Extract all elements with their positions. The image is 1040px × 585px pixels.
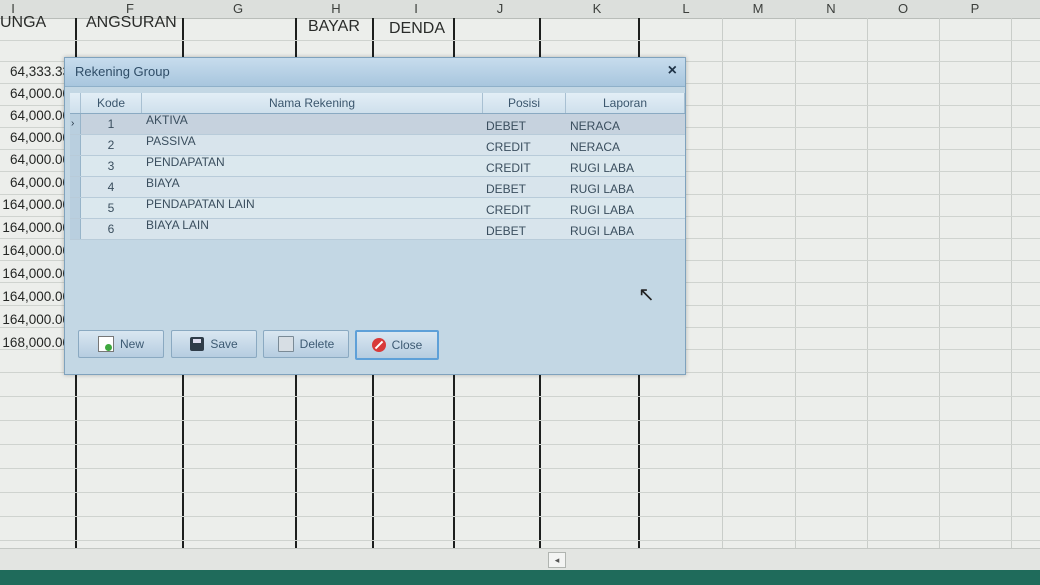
rekening-grid: Kode Nama Rekening Posisi Laporan › 1 AK… [70,93,685,293]
cell-laporan[interactable]: RUGI LABA [570,158,680,178]
delete-button-label: Delete [299,337,335,351]
row-border [0,40,1040,41]
trash-icon [277,336,294,352]
value-cell[interactable]: 64,000.00 [0,152,72,167]
cell-kode[interactable]: 3 [81,156,141,176]
row-border [0,420,1040,421]
cell-posisi[interactable]: DEBET [486,116,566,136]
new-document-icon [97,336,114,352]
row-selector[interactable] [70,198,81,218]
taskbar [0,570,1040,585]
cell-laporan[interactable]: RUGI LABA [570,200,680,220]
column-letter[interactable]: I [396,1,436,16]
value-cell[interactable]: 64,333.33 [0,64,72,79]
column-header-kode[interactable]: Kode [81,93,142,113]
row-border [0,468,1040,469]
close-button-label: Close [391,338,423,352]
column-letter[interactable]: O [883,1,923,16]
row-border [0,540,1040,541]
cell-nama[interactable]: PASSIVA [146,131,476,151]
column-letter[interactable]: K [577,1,617,16]
delete-button[interactable]: Delete [263,330,349,358]
header-cell-bayar[interactable]: BAYAR [308,18,360,36]
cell-laporan[interactable]: RUGI LABA [570,179,680,199]
value-cell[interactable]: 164,000.00 [0,197,72,212]
dialog-title: Rekening Group [75,64,170,79]
row-selector[interactable]: › [70,114,81,134]
cell-kode[interactable]: 2 [81,135,141,155]
scroll-left-button[interactable]: ◂ [548,552,566,568]
cell-kode[interactable]: 6 [81,219,141,239]
row-selector-header [70,93,81,113]
row-border [0,516,1040,517]
cell-laporan[interactable]: NERACA [570,116,680,136]
row-selector[interactable] [70,135,81,155]
cell-posisi[interactable]: CREDIT [486,137,566,157]
cell-laporan[interactable]: RUGI LABA [570,221,680,241]
value-cell[interactable]: 64,000.00 [0,108,72,123]
status-bar [0,548,1040,571]
dialog-titlebar[interactable]: Rekening Group × [65,58,685,87]
cell-posisi[interactable]: DEBET [486,179,566,199]
row-selector[interactable] [70,219,81,239]
save-button-label: Save [210,337,238,351]
cell-kode[interactable]: 5 [81,198,141,218]
column-letter[interactable]: G [218,1,258,16]
cell-nama[interactable]: AKTIVA [146,110,476,130]
row-border [0,444,1040,445]
close-button[interactable]: Close [355,330,439,360]
value-cell[interactable]: 64,000.00 [0,130,72,145]
save-button[interactable]: Save [171,330,257,358]
table-row[interactable]: 6 BIAYA LAIN DEBET RUGI LABA [70,218,685,241]
cell-nama[interactable]: BIAYA [146,173,476,193]
column-letter[interactable]: N [811,1,851,16]
column-letter[interactable]: M [738,1,778,16]
stop-icon [371,338,386,352]
row-selector[interactable] [70,156,81,176]
column-letter[interactable]: L [666,1,706,16]
cell-posisi[interactable]: CREDIT [486,200,566,220]
mouse-pointer-icon: ↖ [638,284,655,306]
cell-posisi[interactable]: CREDIT [486,158,566,178]
cell-posisi[interactable]: DEBET [486,221,566,241]
value-cell[interactable]: 164,000.00 [0,312,72,327]
value-cell[interactable]: 164,000.00 [0,220,72,235]
column-letter[interactable]: P [955,1,995,16]
column-header-laporan[interactable]: Laporan [566,93,685,113]
row-border [0,396,1040,397]
value-cell[interactable]: 64,000.00 [0,175,72,190]
header-cell-denda[interactable]: DENDA [389,20,445,38]
value-cell[interactable]: 168,000.00 [0,335,72,350]
cell-nama[interactable]: PENDAPATAN LAIN [146,194,476,214]
current-row-icon: › [71,118,75,129]
cell-nama[interactable]: PENDAPATAN [146,152,476,172]
row-border [0,492,1040,493]
value-cell[interactable]: 64,000.00 [0,86,72,101]
rekening-group-dialog: Rekening Group × Kode Nama Rekening Posi… [64,57,686,375]
close-icon[interactable]: × [668,62,677,80]
column-letter[interactable]: H [316,1,356,16]
cell-kode[interactable]: 4 [81,177,141,197]
new-button[interactable]: New [78,330,164,358]
column-header-posisi[interactable]: Posisi [483,93,566,113]
cell-kode[interactable]: 1 [81,114,141,134]
new-button-label: New [119,337,144,351]
cell-laporan[interactable]: NERACA [570,137,680,157]
row-selector[interactable] [70,177,81,197]
value-cell[interactable]: 164,000.00 [0,243,72,258]
header-cell-bunga[interactable]: UNGA [0,14,46,32]
column-letter[interactable]: J [480,1,520,16]
value-cell[interactable]: 164,000.00 [0,289,72,304]
value-cell[interactable]: 164,000.00 [0,266,72,281]
floppy-disk-icon [190,337,205,351]
header-cell-angsuran[interactable]: ANGSURAN [86,14,177,32]
cell-nama[interactable]: BIAYA LAIN [146,215,476,235]
